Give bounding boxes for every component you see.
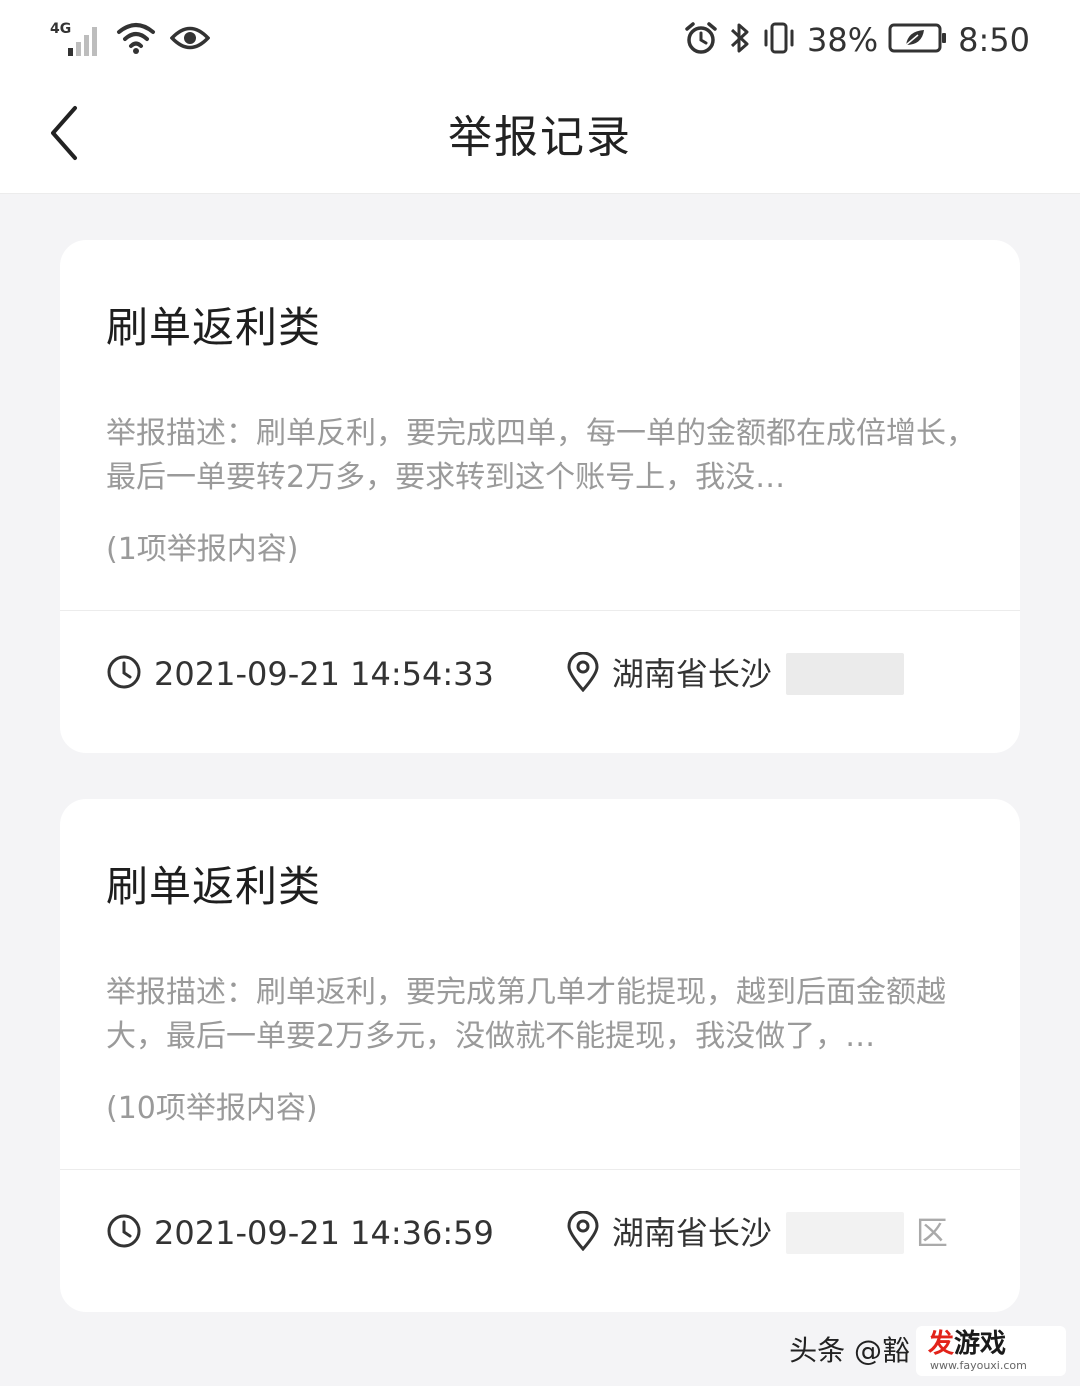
report-description: 举报描述：刷单返利，要完成第几单才能提现，越到后面金额越大，最后一单要2万多元，… xyxy=(106,975,946,1054)
report-item-count: (10项举报内容) xyxy=(106,1091,318,1126)
clock-time: 8:50 xyxy=(958,21,1030,59)
status-bar-right: 38% 8:50 xyxy=(683,18,1030,62)
redacted-location xyxy=(785,1212,904,1254)
page-title: 举报记录 xyxy=(448,112,632,163)
signal-icon: 4G xyxy=(50,22,102,58)
report-location-suffix: 区 xyxy=(915,1214,948,1252)
site-logo-red: 发 xyxy=(928,1329,955,1359)
wifi-icon xyxy=(116,21,156,59)
report-time-text: 2021-09-21 14:54:33 xyxy=(154,655,494,693)
report-category: 刷单返利类 xyxy=(106,862,322,911)
report-time: 2021-09-21 14:36:59 xyxy=(106,1207,494,1259)
bluetooth-icon xyxy=(729,20,751,60)
site-logo-url: www.fayouxi.com xyxy=(930,1359,1027,1372)
report-records-screen: 4G 38% 8:50 举报记录 刷单返利类 举报描述：刷单反利，要完成四单，每… xyxy=(0,0,1080,1386)
report-category: 刷单返利类 xyxy=(106,303,322,352)
redacted-location xyxy=(785,653,904,695)
clock-icon xyxy=(106,1213,142,1253)
location-pin-icon xyxy=(566,651,600,696)
clock-icon xyxy=(106,654,142,694)
alarm-icon xyxy=(683,20,719,60)
report-time: 2021-09-21 14:54:33 xyxy=(106,648,494,700)
back-button[interactable] xyxy=(30,100,100,170)
chevron-left-icon xyxy=(45,103,85,167)
site-logo-text: 发游戏 xyxy=(928,1328,1006,1360)
vibrate-icon xyxy=(761,20,797,60)
location-pin-icon xyxy=(566,1210,600,1255)
report-location: 湖南省长沙 区 xyxy=(566,1207,948,1259)
report-location-text: 湖南省长沙 xyxy=(611,1214,772,1252)
report-meta: 2021-09-21 14:54:33 湖南省长沙 xyxy=(106,648,904,700)
nav-header: 举报记录 xyxy=(0,86,1080,194)
report-meta: 2021-09-21 14:36:59 湖南省长沙 区 xyxy=(106,1207,948,1259)
report-time-text: 2021-09-21 14:36:59 xyxy=(154,1214,494,1252)
battery-percent: 38% xyxy=(807,21,879,59)
watermark-text: 头条 @豁 xyxy=(789,1334,910,1367)
card-divider xyxy=(60,610,1020,611)
report-description: 举报描述：刷单反利，要完成四单，每一单的金额都在成倍增长，最后一单要转2万多，要… xyxy=(106,416,976,495)
report-location-text: 湖南省长沙 xyxy=(611,655,772,693)
status-bar-left: 4G xyxy=(50,20,211,60)
eye-icon xyxy=(169,23,211,57)
card-divider xyxy=(60,1169,1020,1170)
report-location: 湖南省长沙 xyxy=(566,648,904,700)
battery-icon xyxy=(888,21,948,59)
report-card[interactable]: 刷单返利类 举报描述：刷单返利，要完成第几单才能提现，越到后面金额越大，最后一单… xyxy=(60,799,1020,1312)
site-logo-dark: 游戏 xyxy=(954,1329,1007,1359)
report-item-count: (1项举报内容) xyxy=(106,532,299,567)
report-card[interactable]: 刷单返利类 举报描述：刷单反利，要完成四单，每一单的金额都在成倍增长，最后一单要… xyxy=(60,240,1020,753)
watermark: 头条 @豁 发游戏 www.fayouxi.com xyxy=(789,1326,1066,1376)
status-bar: 4G 38% 8:50 xyxy=(0,0,1080,86)
site-logo-badge: 发游戏 www.fayouxi.com xyxy=(916,1326,1066,1376)
